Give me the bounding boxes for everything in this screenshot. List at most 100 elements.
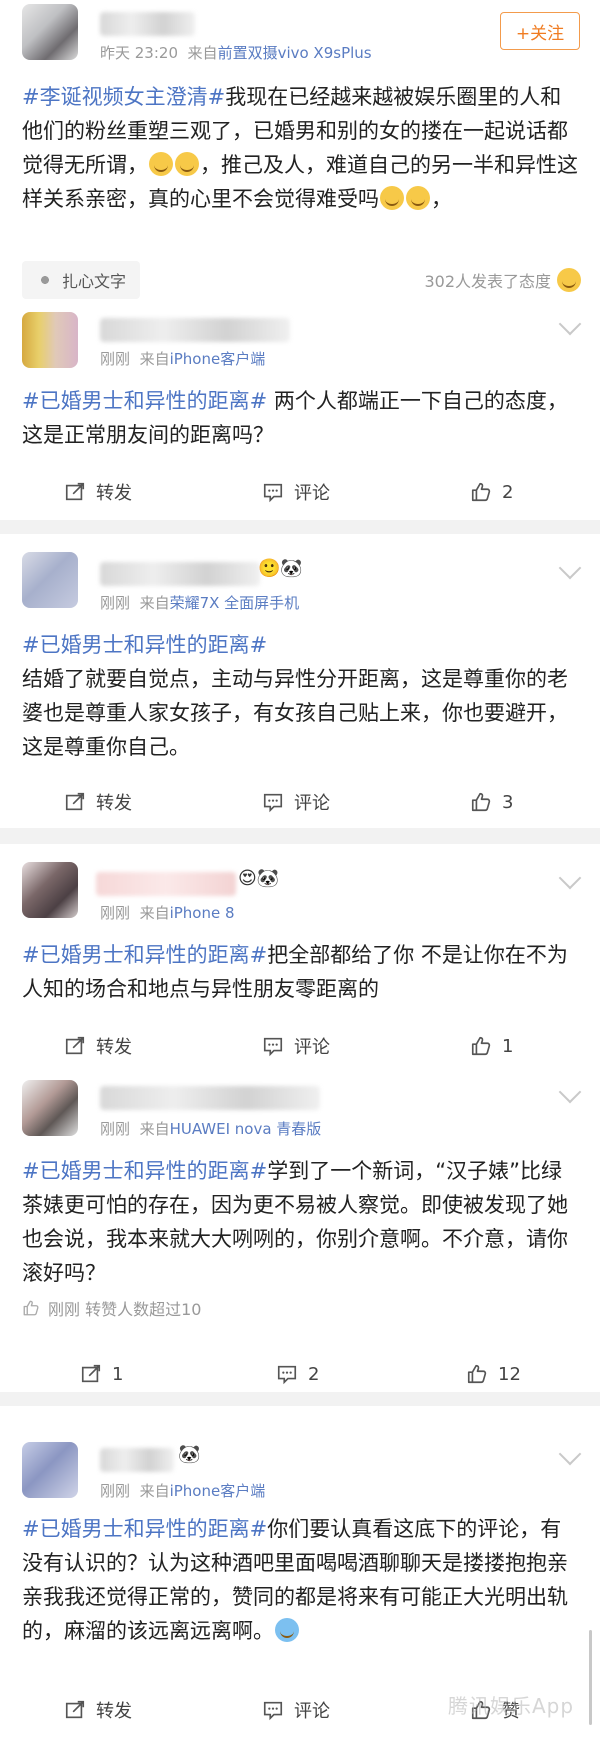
repost-button[interactable]: 转发 [64,470,132,514]
comment-button[interactable]: 评论 [262,780,330,824]
chevron-down-icon[interactable] [558,312,582,336]
comment-card: 😍🐼 刚刚 来自iPhone 8 #已婚男士和异性的距离#把全部都给了你 不是让… [0,844,600,1739]
avatar[interactable] [22,312,78,368]
comment-source[interactable]: 荣耀7X 全面屏手机 [170,594,300,612]
repost-button[interactable]: 转发 [64,780,132,824]
comment-content: #已婚男士和异性的距离#把全部都给了你 不是让你在不为人知的场合和地点与异性朋友… [22,943,568,1001]
post-source[interactable]: 前置双摄vivo X9sPlus [218,44,372,62]
like-button[interactable]: 2 [470,470,513,514]
thumbs-up-icon [471,1036,491,1056]
comment-icon [263,1037,283,1057]
repost-icon [65,1700,85,1719]
username-blurred[interactable] [100,562,260,586]
comment-button[interactable]: 评论 [262,1024,330,1068]
tool-chip[interactable]: 扎心文字 [22,261,141,299]
follow-button[interactable]: +关注 [500,12,580,50]
comment-content: #已婚男士和异性的距离#你们要认真看这底下的评论，有没有认识的？认为这种酒吧里面… [22,1517,568,1643]
badge-emoji-icon: 🙂🐼 [258,558,303,579]
username-blurred[interactable] [100,1448,174,1472]
comment-meta: 刚刚 来自iPhone客户端 [100,1482,266,1500]
comment-icon [263,1701,283,1721]
watermark: 腾讯娱乐App [448,1694,575,1718]
chevron-down-icon[interactable] [558,866,582,890]
action-bar: 转发 评论 1 [0,1024,600,1068]
comment-content: #已婚男士和异性的距离# 结婚了就要自觉点，主动与异性分开距离，这是尊重你的老婆也… [22,633,568,759]
repost-button[interactable]: 转发 [64,1688,132,1732]
grin-emoji-icon [557,268,581,292]
comment-meta: 刚刚 来自iPhone 8 [100,904,235,922]
comment-button[interactable]: 评论 [262,1688,330,1732]
comment-source[interactable]: iPhone客户端 [170,350,266,368]
comment-card: 🙂🐼 刚刚 来自荣耀7X 全面屏手机 #已婚男士和异性的距离# 结婚了就要自觉点，… [0,534,600,828]
comment-card: 刚刚 来自HUAWEI nova 青春版 #已婚男士和异性的距离#学到了一个新词… [0,1066,600,1392]
avatar[interactable] [22,552,78,608]
grin-emoji-icon [149,152,173,176]
repost-icon [65,792,85,811]
separator [0,520,600,534]
avatar[interactable] [22,862,78,918]
comment-meta: 刚刚 来自HUAWEI nova 青春版 [100,1120,322,1138]
action-bar: 转发 评论 2 [0,470,600,514]
thumbs-up-icon [23,1300,39,1316]
comment-content: #已婚男士和异性的距离# 两个人都端正一下自己的态度，这是正常朋友间的距离吗？ [22,389,568,447]
comment-meta: 刚刚 来自荣耀7X 全面屏手机 [100,594,300,612]
topic-link[interactable]: #已婚男士和异性的距离# [22,389,267,413]
username-blurred[interactable] [100,318,290,342]
comment-icon [277,1365,297,1385]
topic-link[interactable]: #已婚男士和异性的距离# [22,943,267,967]
separator [0,1392,600,1406]
avatar[interactable] [22,1442,78,1498]
comment-source[interactable]: HUAWEI nova 青春版 [170,1120,322,1138]
username-blurred[interactable] [96,872,236,896]
thumbs-up-icon [467,1364,487,1384]
chevron-down-icon[interactable] [558,556,582,580]
comment-button[interactable]: 评论 [262,470,330,514]
comment-source[interactable]: iPhone 8 [170,904,235,922]
grin-emoji-icon [175,152,199,176]
badge-emoji-icon: 😍🐼 [238,868,280,889]
comment-button[interactable]: 2 [276,1352,319,1396]
comment-content: #已婚男士和异性的距离#学到了一个新词，“汉子婊”比绿茶婊更可怕的存在，因为更不… [22,1159,568,1285]
action-bar: 转发 评论 3 [0,780,600,824]
comment-icon [263,793,283,813]
username-blurred[interactable] [100,12,195,36]
post-time: 昨天 23:20 [100,44,178,62]
thumbs-up-icon [471,482,491,502]
scrollbar[interactable] [589,1630,592,1725]
comment-source[interactable]: iPhone客户端 [170,1482,266,1500]
topic-link[interactable]: #已婚男士和异性的距离# [22,1159,267,1183]
like-button[interactable]: 12 [466,1352,521,1396]
separator [0,828,600,844]
repost-icon [81,1364,101,1383]
spark-icon [36,271,54,289]
username-blurred[interactable] [100,1086,320,1110]
topic-link[interactable]: #已婚男士和异性的距离# [22,1517,267,1541]
comment-meta: 刚刚 来自iPhone客户端 [100,350,266,368]
like-button[interactable]: 3 [470,780,513,824]
main-post: 昨天 23:20 来自前置双摄vivo X9sPlus +关注 #李诞视频女主澄… [0,0,600,312]
thumbs-up-icon [471,792,491,812]
liked-note: 刚刚 转赞人数超过10 [22,1296,201,1320]
post-content: #李诞视频女主澄清#我现在已经越来越被娱乐圈里的人和他们的粉丝重塑三观了，已婚男… [22,85,578,211]
post-meta: 昨天 23:20 来自前置双摄vivo X9sPlus [100,44,372,62]
repost-button[interactable]: 1 [80,1352,123,1396]
shrug-emoji-icon [275,1618,299,1642]
repost-icon [65,1036,85,1055]
repost-button[interactable]: 转发 [64,1024,132,1068]
comment-icon [263,483,283,503]
avatar[interactable] [22,1080,78,1136]
action-bar: 1 2 12 [0,1352,600,1396]
like-button[interactable]: 1 [470,1024,513,1068]
avatar[interactable] [22,4,78,60]
badge-emoji-icon: 🐼 [178,1444,201,1465]
chevron-down-icon[interactable] [558,1442,582,1466]
topic-link[interactable]: #已婚男士和异性的距离# [22,633,267,657]
grin-emoji-icon [380,186,404,210]
comment-card: 刚刚 来自iPhone客户端 #已婚男士和异性的距离# 两个人都端正一下自己的态… [0,312,600,520]
tool-label: 扎心文字 [62,272,127,291]
grin-emoji-icon [406,186,430,210]
attitude-count[interactable]: 302人发表了态度 [424,268,582,292]
topic-link[interactable]: #李诞视频女主澄清# [22,85,225,109]
repost-icon [65,482,85,501]
chevron-down-icon[interactable] [558,1080,582,1104]
